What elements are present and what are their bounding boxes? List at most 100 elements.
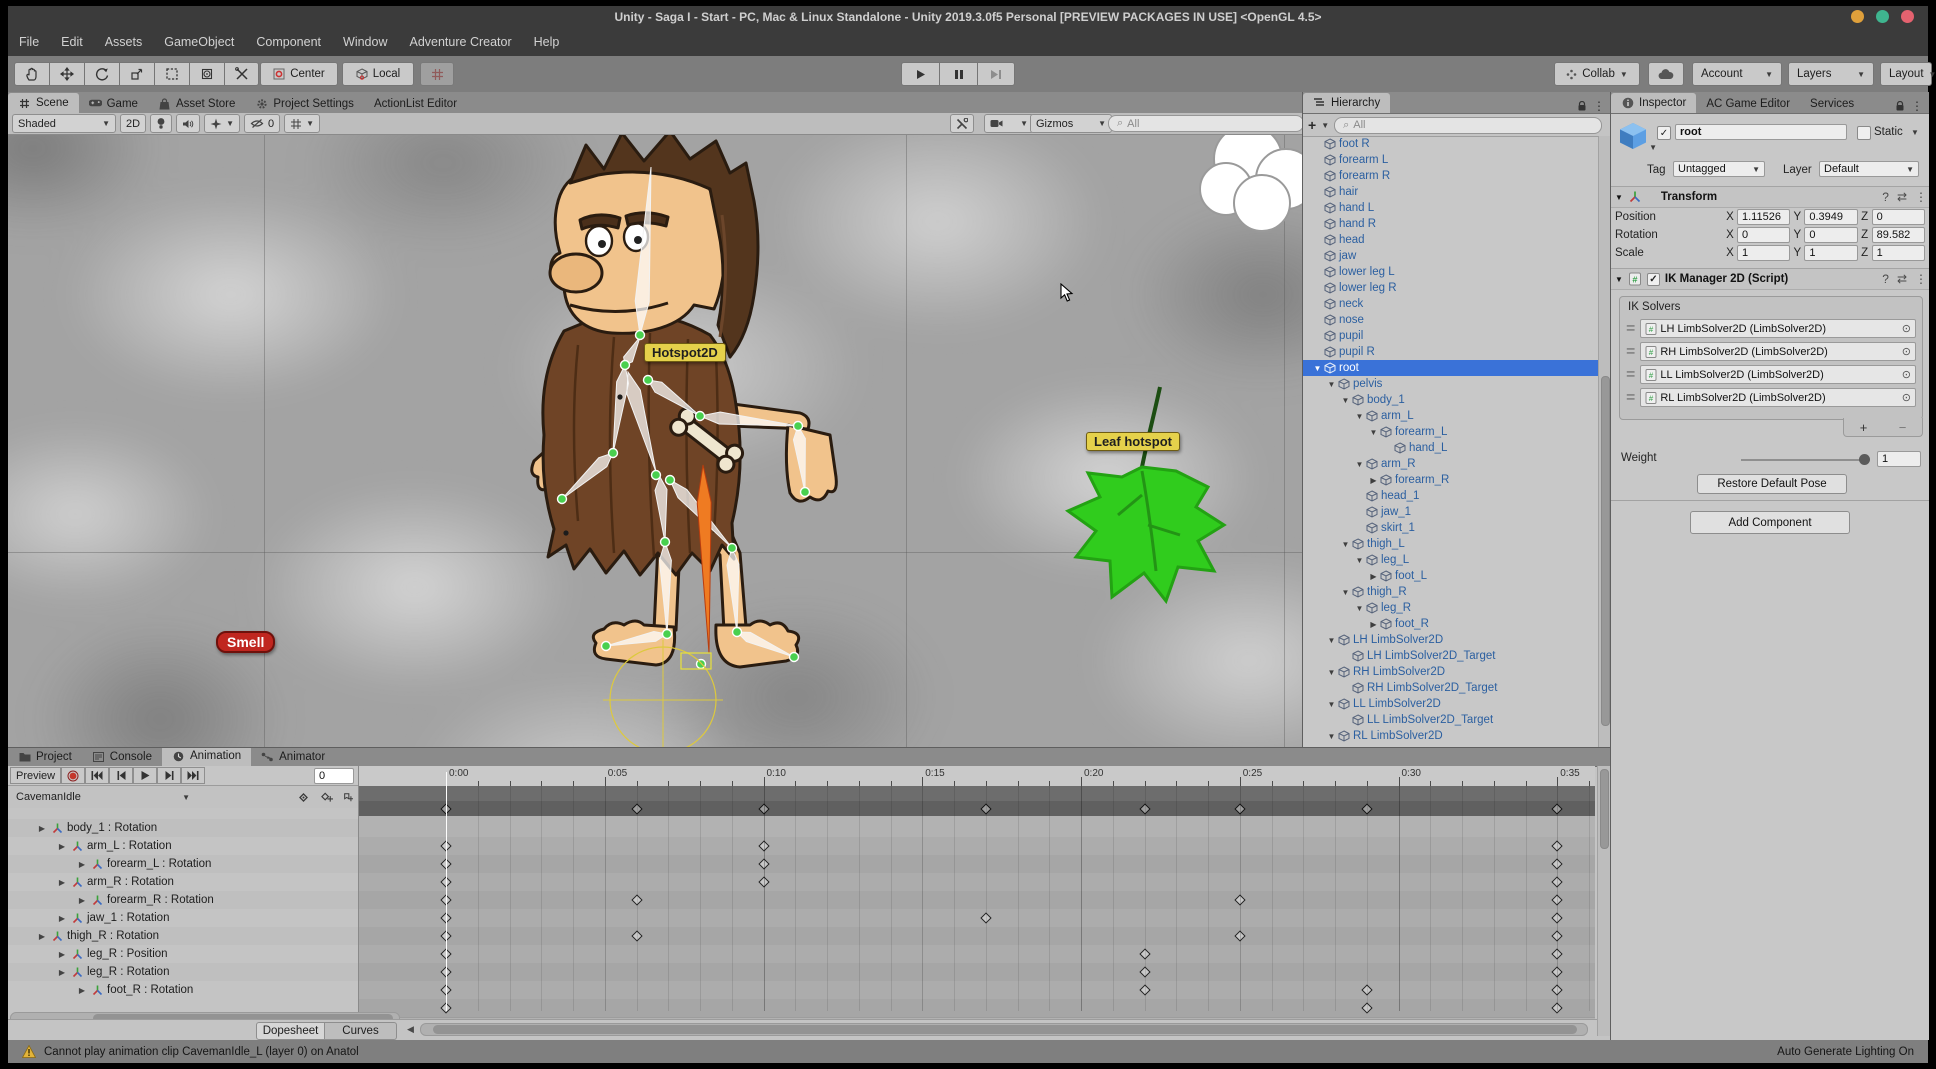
solver-object-field[interactable]: #RH LimbSolver2D (LimbSolver2D)⊙ bbox=[1640, 342, 1916, 361]
gizmos-dropdown[interactable]: Gizmos▼ bbox=[1030, 114, 1112, 133]
lock-icon[interactable] bbox=[1577, 101, 1587, 112]
joint-gizmo[interactable] bbox=[790, 653, 799, 662]
hierarchy-item-skirt-1[interactable]: skirt_1 bbox=[1303, 520, 1599, 536]
playhead[interactable] bbox=[446, 772, 447, 1011]
solver-object-field[interactable]: #LH LimbSolver2D (LimbSolver2D)⊙ bbox=[1640, 319, 1916, 338]
tab-game[interactable]: Game bbox=[79, 94, 148, 113]
add-solver-button[interactable]: + bbox=[1860, 420, 1868, 435]
gameobject-icon[interactable]: ▼ bbox=[1617, 120, 1649, 152]
keyframe-row[interactable] bbox=[359, 945, 1595, 964]
curves-tab[interactable]: Curves bbox=[325, 1022, 397, 1040]
tab-project-settings[interactable]: Project Settings bbox=[245, 94, 364, 113]
bone-gizmo[interactable] bbox=[655, 477, 667, 542]
hierarchy-item-lower-leg-l[interactable]: lower leg L bbox=[1303, 264, 1599, 280]
foldout-icon[interactable]: ▼ bbox=[1615, 193, 1623, 202]
anim-property-body-1-rotation[interactable]: ▶body_1 : Rotation bbox=[8, 819, 386, 837]
bone-gizmo[interactable] bbox=[793, 426, 805, 492]
hierarchy-item-root[interactable]: ▼root bbox=[1303, 360, 1599, 376]
rect-tool-button[interactable] bbox=[154, 62, 189, 86]
layout-dropdown[interactable]: Layout▼ bbox=[1880, 62, 1932, 86]
bone-gizmo[interactable] bbox=[635, 167, 651, 335]
status-bar[interactable]: Cannot play animation clip CavemanIdle_L… bbox=[8, 1040, 1928, 1063]
leaf-hotspot-label[interactable]: Leaf hotspot bbox=[1086, 432, 1180, 451]
move-tool-button[interactable] bbox=[49, 62, 84, 86]
add-marker-button[interactable] bbox=[338, 789, 358, 806]
joint-gizmo[interactable] bbox=[663, 630, 672, 639]
hierarchy-item-pelvis[interactable]: ▼pelvis bbox=[1303, 376, 1599, 392]
foldout-icon[interactable]: ▶ bbox=[1367, 620, 1380, 629]
tab-scene[interactable]: Scene bbox=[8, 93, 79, 113]
scale-z-field[interactable]: 1 bbox=[1872, 245, 1925, 261]
foldout-icon[interactable]: ▼ bbox=[1325, 636, 1338, 645]
keyframe-row[interactable] bbox=[359, 927, 1595, 946]
hierarchy-item-rh-limbsolver2d-target[interactable]: RH LimbSolver2D_Target bbox=[1303, 680, 1599, 696]
hierarchy-item-body-1[interactable]: ▼body_1 bbox=[1303, 392, 1599, 408]
scene-visibility-toggle[interactable]: 0 bbox=[244, 114, 280, 133]
hierarchy-item-head-1[interactable]: head_1 bbox=[1303, 488, 1599, 504]
hierarchy-item-lower-leg-r[interactable]: lower leg R bbox=[1303, 280, 1599, 296]
keyframe-row[interactable] bbox=[359, 873, 1595, 892]
solver-object-field[interactable]: #LL LimbSolver2D (LimbSolver2D)⊙ bbox=[1640, 365, 1916, 384]
solver-object-field[interactable]: #RL LimbSolver2D (LimbSolver2D)⊙ bbox=[1640, 388, 1916, 407]
bone-gizmo[interactable] bbox=[737, 632, 794, 657]
window-dot-0[interactable] bbox=[1851, 10, 1864, 23]
dopesheet-timeline[interactable]: 0:000:050:100:150:200:250:300:35 bbox=[358, 766, 1595, 1036]
weight-slider-track[interactable] bbox=[1741, 459, 1865, 461]
hierarchy-item-foot-l[interactable]: ▶foot_L bbox=[1303, 568, 1599, 584]
smell-label[interactable]: Smell bbox=[216, 631, 275, 653]
foldout-icon[interactable]: ▼ bbox=[1353, 460, 1366, 469]
hierarchy-item-forearm-l[interactable]: forearm L bbox=[1303, 152, 1599, 168]
object-picker-icon[interactable]: ⊙ bbox=[1902, 391, 1911, 404]
keyframe-row[interactable] bbox=[359, 981, 1595, 1000]
timeline-ruler[interactable]: 0:000:050:100:150:200:250:300:35 bbox=[359, 766, 1595, 787]
create-button[interactable]: + bbox=[1308, 117, 1316, 133]
keyframe-row[interactable] bbox=[359, 963, 1595, 982]
scale-tool-button[interactable] bbox=[119, 62, 154, 86]
position-y-field[interactable]: 0.3949 bbox=[1804, 209, 1857, 225]
menu-adventure-creator[interactable]: Adventure Creator bbox=[398, 35, 522, 49]
hierarchy-item-forearm-l[interactable]: ▼forearm_L bbox=[1303, 424, 1599, 440]
anim-property-jaw-1-rotation[interactable]: ▶jaw_1 : Rotation bbox=[8, 909, 406, 927]
hierarchy-item-nose[interactable]: nose bbox=[1303, 312, 1599, 328]
hand-tool-button[interactable] bbox=[14, 62, 49, 86]
last-key-button[interactable] bbox=[181, 767, 205, 784]
joint-gizmo[interactable] bbox=[661, 538, 670, 547]
add-event-button[interactable] bbox=[316, 789, 338, 806]
tab-ac-game-editor[interactable]: AC Game Editor bbox=[1696, 94, 1800, 113]
current-frame-field[interactable]: 0 bbox=[314, 768, 354, 784]
shading-mode-dropdown[interactable]: Shaded▼ bbox=[12, 114, 116, 133]
hierarchy-item-leg-r[interactable]: ▼leg_R bbox=[1303, 600, 1599, 616]
layers-dropdown[interactable]: Layers▼ bbox=[1788, 62, 1874, 86]
anim-property-leg-r-position[interactable]: ▶leg_R : Position bbox=[8, 945, 406, 963]
joint-gizmo[interactable] bbox=[728, 544, 737, 553]
keyframe-row[interactable] bbox=[359, 837, 1595, 856]
tab-services[interactable]: Services bbox=[1800, 94, 1864, 113]
hierarchy-item-lh-limbsolver2d-target[interactable]: LH LimbSolver2D_Target bbox=[1303, 648, 1599, 664]
joint-gizmo[interactable] bbox=[666, 476, 675, 485]
foldout-icon[interactable]: ▼ bbox=[1325, 732, 1338, 741]
menu-dots-icon[interactable]: ⋮ bbox=[1915, 272, 1927, 286]
tab-asset-store[interactable]: Asset Store bbox=[148, 94, 245, 113]
foldout-icon[interactable]: ▶ bbox=[1367, 572, 1380, 581]
joint-gizmo[interactable] bbox=[652, 471, 661, 480]
foldout-icon[interactable]: ▼ bbox=[1325, 380, 1338, 389]
transform-header[interactable]: ▼ Transform ?⇄⋮ bbox=[1611, 186, 1929, 208]
active-checkbox[interactable]: ✓ bbox=[1657, 126, 1671, 140]
dopesheet-tab[interactable]: Dopesheet bbox=[256, 1022, 325, 1040]
hierarchy-item-neck[interactable]: neck bbox=[1303, 296, 1599, 312]
presets-icon[interactable]: ⇄ bbox=[1897, 272, 1907, 286]
bone-gizmo[interactable] bbox=[727, 548, 739, 632]
custom-tool-button[interactable] bbox=[224, 62, 259, 86]
bone-gizmo[interactable] bbox=[606, 631, 667, 646]
window-dot-1[interactable] bbox=[1876, 10, 1889, 23]
hierarchy-item-thigh-r[interactable]: ▼thigh_R bbox=[1303, 584, 1599, 600]
drag-handle-icon[interactable]: = bbox=[1626, 343, 1635, 361]
restore-default-pose-button[interactable]: Restore Default Pose bbox=[1697, 474, 1847, 494]
hierarchy-item-hand-l[interactable]: hand_L bbox=[1303, 440, 1599, 456]
weight-value-field[interactable]: 1 bbox=[1877, 451, 1921, 467]
window-dot-2[interactable] bbox=[1901, 10, 1914, 23]
pause-button[interactable] bbox=[939, 62, 977, 86]
foldout-icon[interactable]: ▶ bbox=[76, 986, 88, 995]
2d-toggle[interactable]: 2D bbox=[120, 114, 146, 133]
prev-key-button[interactable] bbox=[109, 767, 133, 784]
